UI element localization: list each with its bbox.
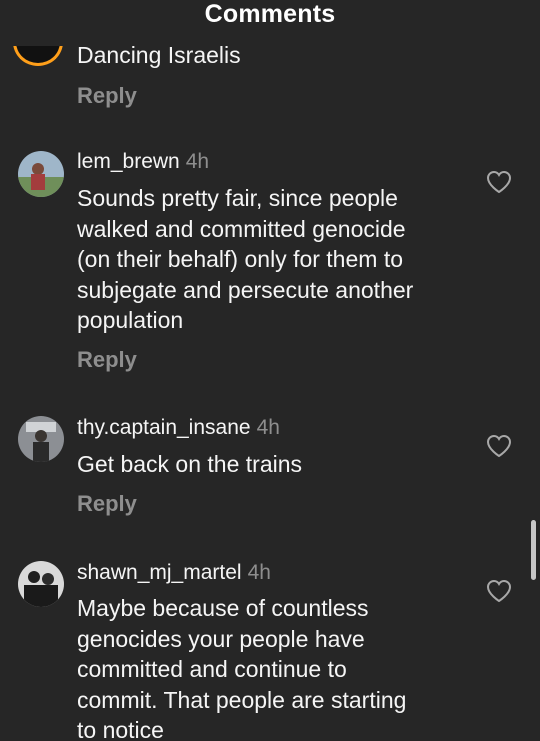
avatar[interactable] bbox=[18, 561, 64, 607]
heart-icon[interactable] bbox=[486, 579, 512, 603]
comment-header: thy.captain_insane 4h bbox=[77, 416, 280, 440]
avatar[interactable] bbox=[18, 151, 64, 197]
comment-header: lem_brewn 4h bbox=[77, 150, 209, 174]
heart-icon[interactable] bbox=[486, 434, 512, 458]
heart-icon[interactable] bbox=[486, 170, 512, 194]
timestamp: 4h bbox=[256, 416, 280, 439]
page-title: Comments bbox=[204, 0, 336, 28]
comment-text: Sounds pretty fair, since people walked … bbox=[77, 185, 414, 333]
username[interactable]: thy.captain_insane bbox=[77, 416, 251, 439]
avatar-image bbox=[18, 416, 64, 462]
timestamp: 4h bbox=[247, 561, 271, 584]
timestamp: 4h bbox=[185, 150, 210, 173]
username[interactable]: lem_brewn bbox=[77, 150, 180, 173]
header: Comments bbox=[0, 0, 540, 46]
avatar-image bbox=[18, 151, 64, 197]
username[interactable]: shawn_mj_martel bbox=[77, 561, 242, 584]
comment-header: shawn_mj_martel 4h bbox=[77, 561, 271, 585]
reply-button[interactable]: Reply bbox=[77, 491, 137, 517]
scrollbar[interactable] bbox=[531, 520, 536, 580]
avatar[interactable] bbox=[18, 416, 64, 462]
comment-text: Maybe because of countless genocides you… bbox=[77, 595, 407, 741]
reply-button[interactable]: Reply bbox=[77, 83, 137, 109]
comment-text: Get back on the trains bbox=[77, 451, 303, 477]
comments-screen: Dancing Israelis Reply lem_brewn 4h Sound… bbox=[0, 0, 540, 741]
comments-list[interactable]: Dancing Israelis Reply lem_brewn 4h Sound… bbox=[0, 0, 540, 741]
reply-button[interactable]: Reply bbox=[77, 347, 137, 373]
avatar-image bbox=[18, 561, 64, 607]
